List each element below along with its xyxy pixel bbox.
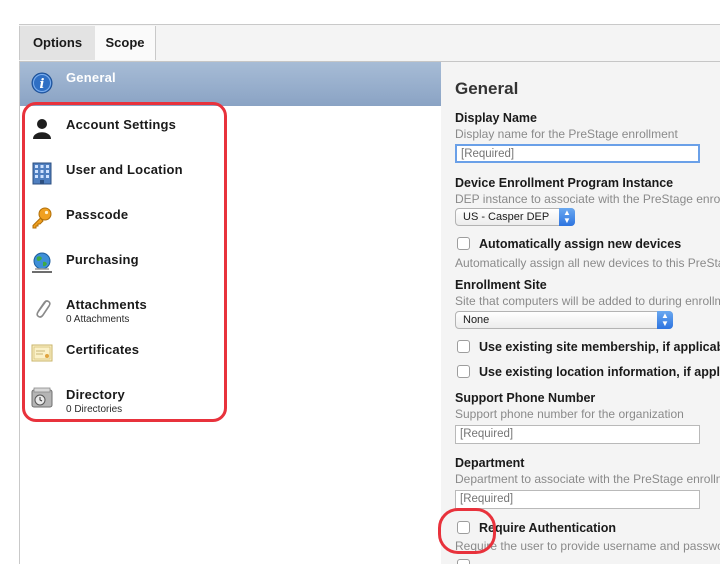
tab-options[interactable]: Options <box>19 26 96 60</box>
support-phone-label: Support Phone Number <box>455 391 596 405</box>
dep-instance-select[interactable]: US - Casper DEP ▲ ▼ <box>455 208 575 226</box>
dep-instance-value: US - Casper DEP <box>463 211 550 223</box>
support-phone-description: Support phone number for the organizatio… <box>455 407 684 421</box>
display-name-label: Display Name <box>455 111 537 125</box>
next-checkbox[interactable] <box>457 559 470 564</box>
auto-assign-checkbox[interactable] <box>457 237 470 250</box>
tab-bar: Options Scope <box>19 25 720 62</box>
enrollment-site-select[interactable]: None ▲ ▼ <box>455 311 673 329</box>
display-name-description: Display name for the PreStage enrollment <box>455 127 678 141</box>
annotation-highlight-box <box>22 102 227 422</box>
display-name-field[interactable] <box>455 144 700 163</box>
chevron-updown-icon: ▲ ▼ <box>559 208 575 226</box>
annotation-highlight-circle <box>438 508 496 554</box>
enrollment-site-label: Enrollment Site <box>455 278 547 292</box>
dep-instance-description: DEP instance to associate with the PreSt… <box>455 192 720 206</box>
general-panel: General Display Name Display name for th… <box>441 62 720 564</box>
department-label: Department <box>455 456 525 470</box>
tab-scope[interactable]: Scope <box>95 26 156 60</box>
page-title: General <box>455 79 519 98</box>
sidebar-item-label: General <box>66 70 116 85</box>
require-auth-label: Require Authentication <box>479 521 617 535</box>
enrollment-site-value: None <box>463 314 490 326</box>
dep-instance-label: Device Enrollment Program Instance <box>455 176 674 190</box>
enrollment-site-description: Site that computers will be added to dur… <box>455 294 720 308</box>
site-membership-label: Use existing site membership, if applica… <box>479 340 720 354</box>
department-description: Department to associate with the PreStag… <box>455 472 720 486</box>
location-info-label: Use existing location information, if ap… <box>479 365 720 379</box>
prestage-window: Options Scope i General Account Settings… <box>0 0 720 564</box>
site-membership-checkbox[interactable] <box>457 340 470 353</box>
support-phone-field[interactable] <box>455 425 700 444</box>
info-icon: i <box>30 71 54 95</box>
require-auth-description: Require the user to provide username and… <box>455 539 720 553</box>
location-info-checkbox[interactable] <box>457 365 470 378</box>
auto-assign-label: Automatically assign new devices <box>479 237 682 251</box>
sidebar-item-general[interactable]: i General <box>20 62 441 106</box>
svg-text:i: i <box>40 77 45 92</box>
auto-assign-description: Automatically assign all new devices to … <box>455 256 720 270</box>
chevron-updown-icon: ▲ ▼ <box>657 311 673 329</box>
department-field[interactable] <box>455 490 700 509</box>
